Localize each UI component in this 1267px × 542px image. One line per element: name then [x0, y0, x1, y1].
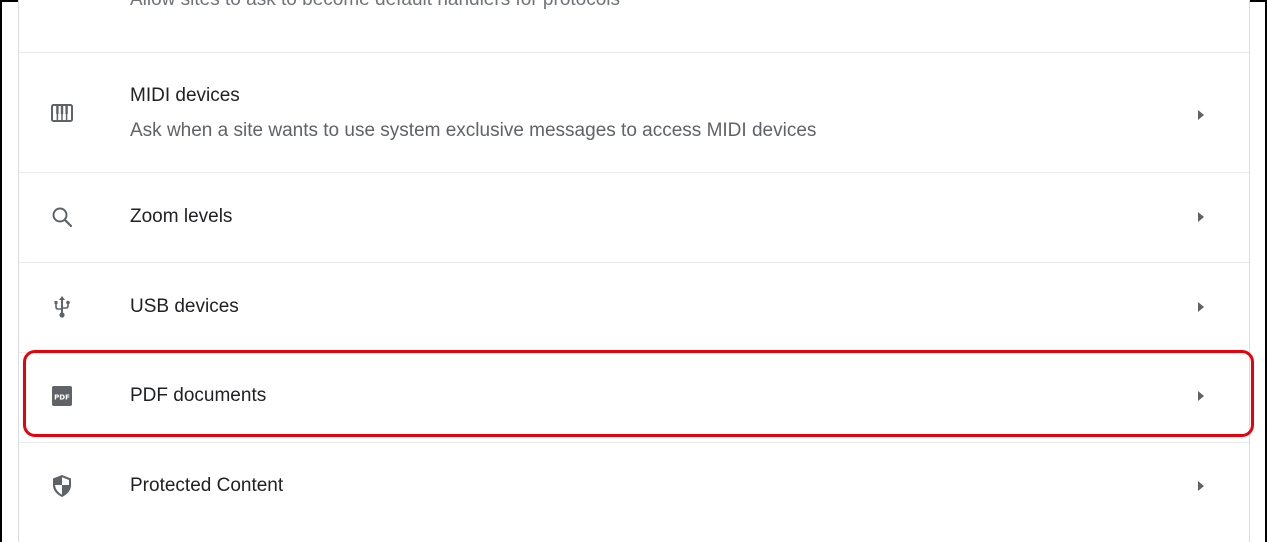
chevron-right-icon [1198, 110, 1204, 120]
settings-row-usb-devices[interactable]: USB devices [19, 263, 1249, 353]
zoom-levels-title: Zoom levels [130, 206, 233, 227]
usb-icon [49, 294, 75, 320]
settings-row-zoom-levels[interactable]: Zoom levels [19, 173, 1249, 263]
settings-row-midi-devices[interactable]: MIDI devices Ask when a site wants to us… [19, 53, 1249, 173]
chevron-right-icon [1198, 302, 1204, 312]
shield-icon [49, 473, 75, 499]
svg-text:PDF: PDF [54, 394, 70, 402]
chevron-right-icon [1198, 391, 1204, 401]
usb-devices-title: USB devices [130, 296, 239, 317]
search-icon [49, 204, 75, 230]
chevron-right-icon [1198, 481, 1204, 491]
settings-row-protected-content[interactable]: Protected Content [19, 443, 1249, 542]
midi-devices-subtitle: Ask when a site wants to use system excl… [130, 120, 817, 141]
chevron-right-icon [1198, 212, 1204, 222]
protocol-handlers-description: Allow sites to ask to become default han… [130, 0, 620, 10]
protocol-handlers-row[interactable]: Allow sites to ask to become default han… [19, 0, 1249, 53]
settings-row-pdf-documents[interactable]: PDF PDF documents [19, 353, 1249, 443]
midi-devices-title: MIDI devices [130, 85, 240, 106]
midi-keyboard-icon [49, 100, 75, 126]
site-settings-list: Allow sites to ask to become default han… [18, 0, 1250, 542]
pdf-documents-title: PDF documents [130, 385, 267, 406]
protected-content-title: Protected Content [130, 475, 284, 496]
pdf-icon: PDF [49, 383, 75, 409]
